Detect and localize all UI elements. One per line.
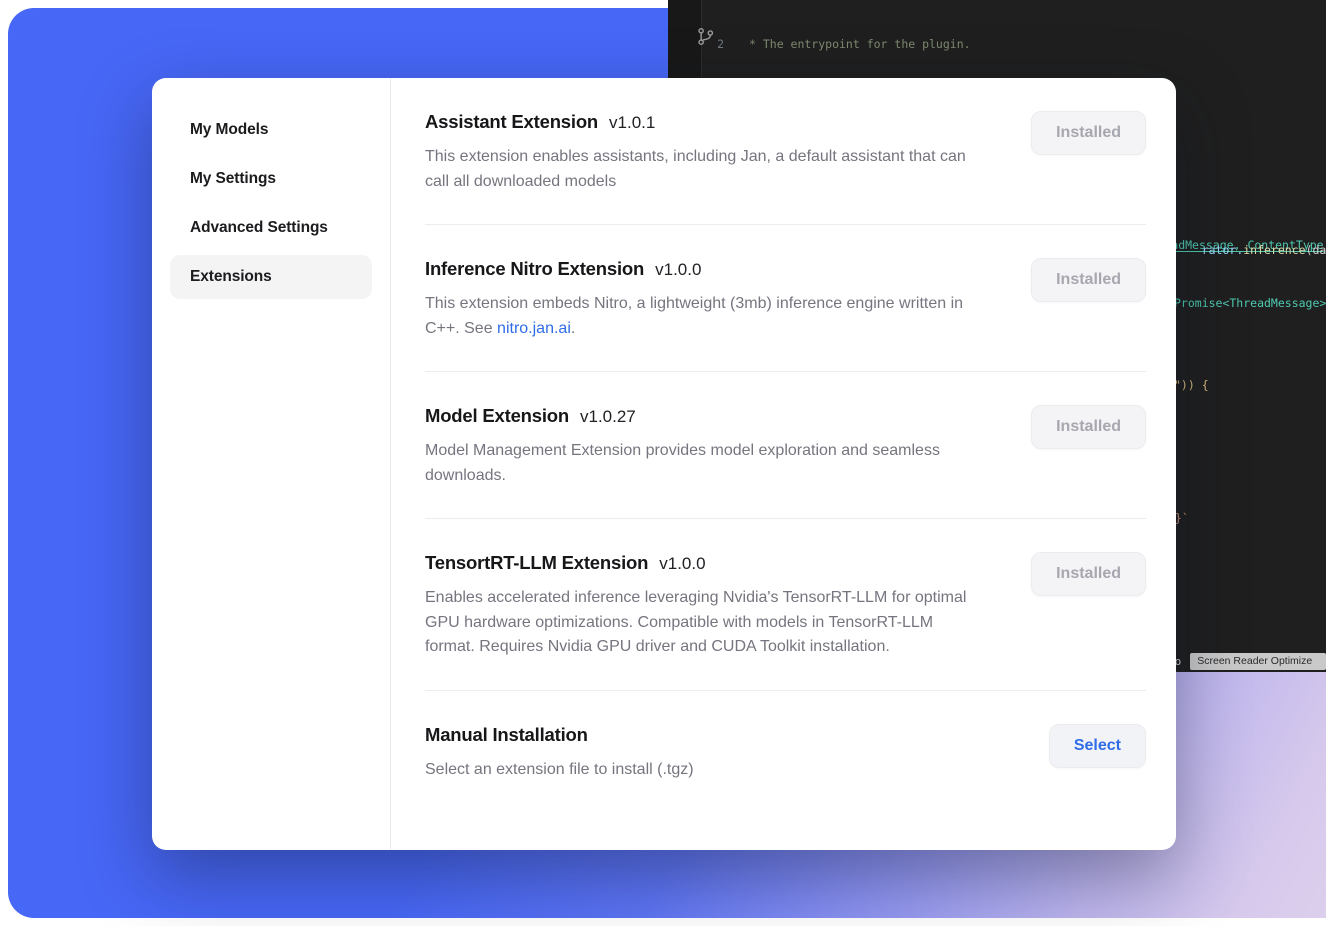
code-fragment-promise: Promise<ThreadMessage> [1174, 296, 1326, 310]
extension-description: This extension enables assistants, inclu… [425, 145, 985, 194]
select-file-button[interactable]: Select [1049, 724, 1146, 768]
extension-name: TensortRT-LLM Extension [425, 552, 648, 574]
code-line: 2* The entrypoint for the plugin. [702, 36, 1326, 53]
editor-status-line: go Screen Reader Optimize [1168, 650, 1326, 672]
extension-row-manual-install: Manual Installation Select an extension … [425, 691, 1146, 813]
code-fragment-inference: rator.inference(data)); [1174, 229, 1326, 271]
code-text: * The entrypoint for the plugin. [742, 36, 971, 53]
extension-name: Model Extension [425, 405, 569, 427]
extension-description: Enables accelerated inference leveraging… [425, 586, 985, 660]
sidebar-item-advanced-settings[interactable]: Advanced Settings [170, 206, 372, 250]
extension-version: v1.0.1 [609, 113, 655, 133]
extensions-panel: Assistant Extension v1.0.1 This extensio… [391, 78, 1176, 850]
extension-name: Inference Nitro Extension [425, 258, 644, 280]
screen-reader-badge[interactable]: Screen Reader Optimize [1190, 653, 1326, 670]
extension-row-nitro: Inference Nitro Extension v1.0.0 This ex… [425, 225, 1146, 372]
nitro-jan-ai-link[interactable]: nitro.jan.ai [497, 320, 571, 337]
sidebar-item-extensions[interactable]: Extensions [170, 255, 372, 299]
extension-version: v1.0.0 [655, 260, 701, 280]
extension-version: v1.0.0 [659, 554, 705, 574]
extension-version: v1.0.27 [580, 407, 636, 427]
installed-button[interactable]: Installed [1031, 405, 1146, 449]
extension-name: Assistant Extension [425, 111, 598, 133]
sidebar-item-my-models[interactable]: My Models [170, 108, 372, 152]
installed-button[interactable]: Installed [1031, 552, 1146, 596]
settings-sidebar: My Models My Settings Advanced Settings … [152, 78, 391, 850]
sidebar-item-my-settings[interactable]: My Settings [170, 157, 372, 201]
installed-button[interactable]: Installed [1031, 111, 1146, 155]
installed-button[interactable]: Installed [1031, 258, 1146, 302]
extension-description: Model Management Extension provides mode… [425, 439, 985, 488]
code-fragment-brace: ")) { [1174, 378, 1209, 392]
extension-description: Select an extension file to install (.tg… [425, 758, 694, 783]
extension-row-tensorrt: TensortRT-LLM Extension v1.0.0 Enables a… [425, 519, 1146, 691]
extension-description: This extension embeds Nitro, a lightweig… [425, 292, 985, 341]
settings-modal: My Models My Settings Advanced Settings … [152, 78, 1176, 850]
line-number: 2 [702, 36, 742, 53]
extension-name: Manual Installation [425, 724, 588, 746]
extension-row-model: Model Extension v1.0.27 Model Management… [425, 372, 1146, 519]
extension-row-assistant: Assistant Extension v1.0.1 This extensio… [425, 78, 1146, 225]
